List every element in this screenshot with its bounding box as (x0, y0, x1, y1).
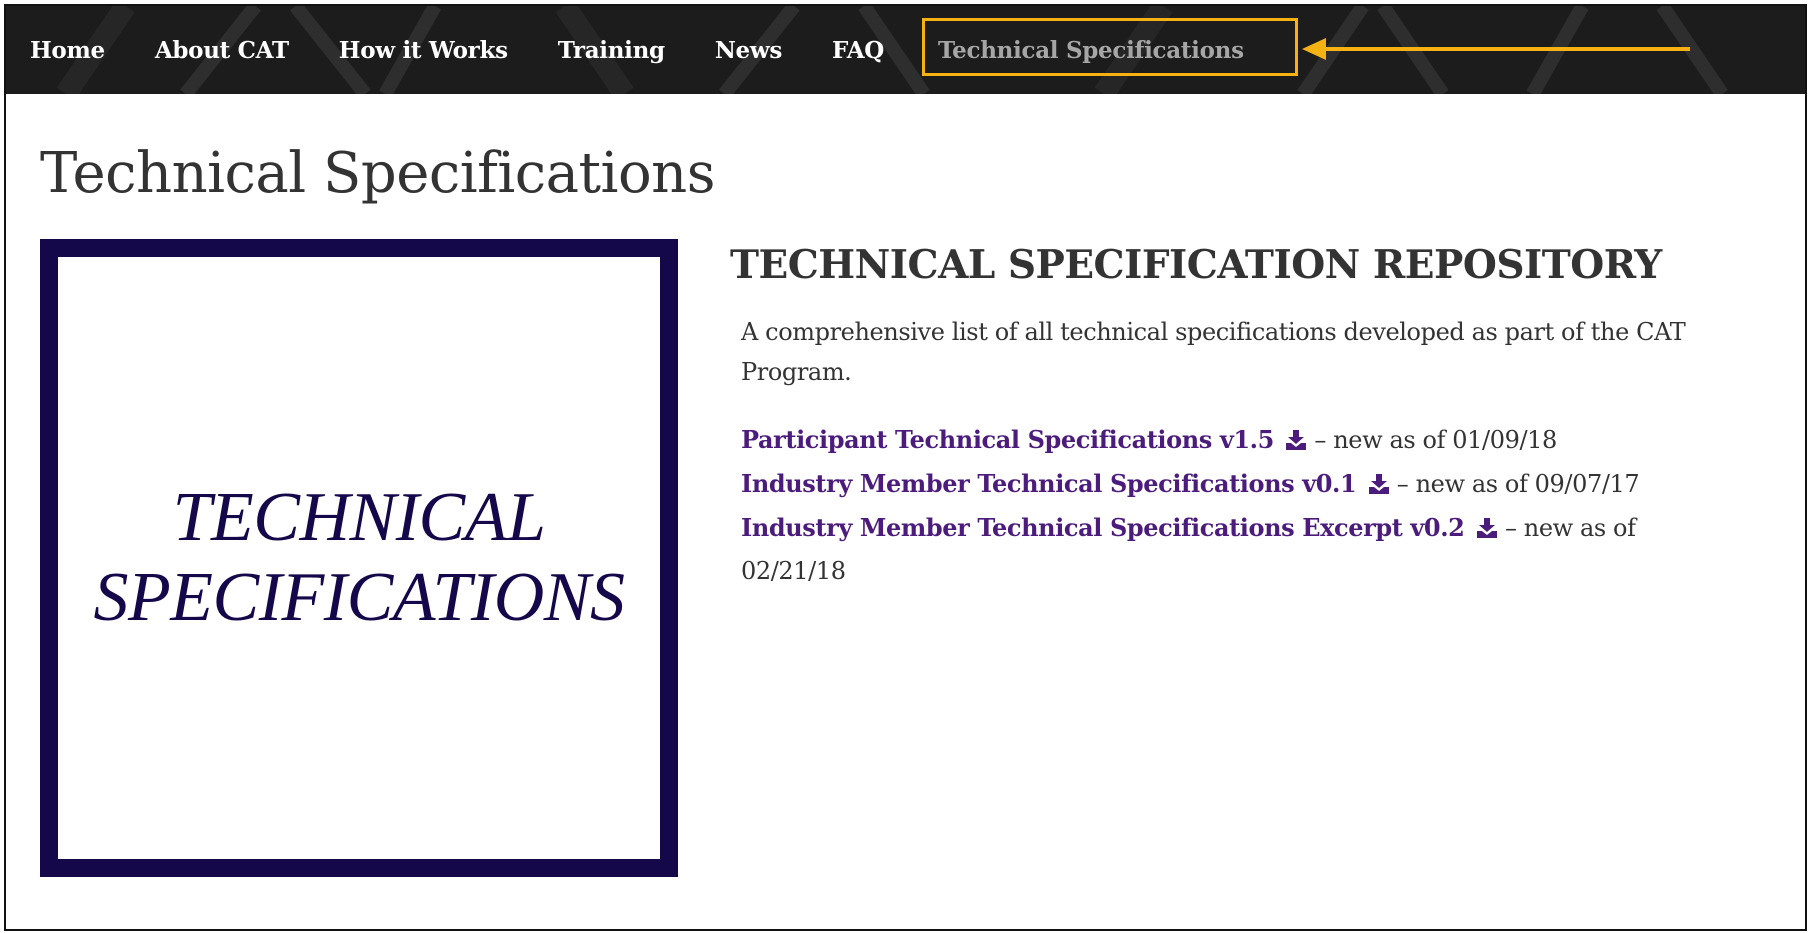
nav-how-it-works[interactable]: How it Works (339, 37, 508, 64)
nav-home[interactable]: Home (30, 37, 105, 64)
image-text-line-1: TECHNICAL (172, 479, 546, 556)
page-frame: Home About CAT How it Works Training New… (4, 4, 1807, 931)
image-text-line-2: SPECIFICATIONS (93, 559, 625, 636)
document-link[interactable]: Participant Technical Specifications v1.… (741, 425, 1274, 454)
download-icon[interactable] (1368, 474, 1390, 494)
download-icon[interactable] (1285, 430, 1307, 450)
document-date-note: – new as of 01/09/18 (1314, 426, 1557, 454)
top-navigation-bar: Home About CAT How it Works Training New… (6, 6, 1805, 94)
nav-faq[interactable]: FAQ (832, 37, 884, 64)
document-item: Industry Member Technical Specifications… (741, 506, 1731, 593)
document-item: Industry Member Technical Specifications… (741, 462, 1731, 506)
document-date-note: – new as of 09/07/17 (1396, 470, 1640, 498)
page-title: Technical Specifications (40, 141, 715, 206)
repository-heading: TECHNICAL SPECIFICATION REPOSITORY (730, 242, 1662, 288)
repository-section: TECHNICAL SPECIFICATION REPOSITORY A com… (730, 242, 1730, 593)
technical-specifications-image: TECHNICAL SPECIFICATIONS (40, 239, 678, 877)
download-icon[interactable] (1476, 518, 1498, 538)
nav-training[interactable]: Training (558, 37, 665, 64)
nav-news[interactable]: News (715, 37, 783, 64)
nav-about-cat[interactable]: About CAT (155, 37, 289, 64)
document-link[interactable]: Industry Member Technical Specifications… (741, 469, 1357, 498)
left-arrow-icon (1302, 38, 1690, 60)
document-link[interactable]: Industry Member Technical Specifications… (741, 513, 1465, 542)
annotation-highlight-box (922, 18, 1298, 76)
document-list: Participant Technical Specifications v1.… (741, 418, 1731, 593)
repository-description: A comprehensive list of all technical sp… (741, 318, 1686, 386)
image-inner: TECHNICAL SPECIFICATIONS (58, 257, 660, 859)
document-item: Participant Technical Specifications v1.… (741, 418, 1731, 462)
